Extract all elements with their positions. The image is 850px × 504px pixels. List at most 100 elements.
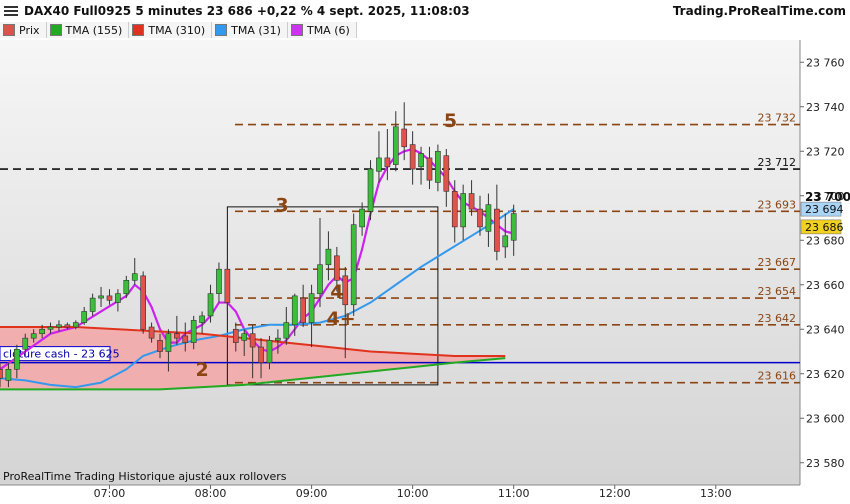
candle-body — [98, 295, 104, 299]
y-tick-label: 23 600 — [806, 412, 845, 425]
candle-body — [426, 157, 433, 181]
candle-body — [510, 213, 517, 241]
header-bar: DAX40 Full0925 5 minutes 23 686 +0,22 % … — [0, 0, 850, 22]
wave-label: 5 — [444, 110, 457, 132]
level-label: 23 654 — [758, 285, 797, 298]
y-tick-label: 23 660 — [806, 279, 845, 292]
legend-swatch — [290, 24, 303, 36]
level-label: 23 616 — [758, 370, 797, 383]
level-label: 23 732 — [758, 112, 797, 125]
legend-item-tma-31[interactable]: TMA (31) — [212, 22, 288, 38]
candle-body — [123, 279, 130, 294]
indicator-legend: Prix TMA (155) TMA (310) TMA (31) TMA (6… — [0, 22, 357, 40]
candle-body — [334, 255, 340, 281]
wave-label: 4 — [330, 281, 343, 303]
candle-body — [64, 324, 71, 328]
candle-body — [249, 333, 256, 348]
candle-body — [468, 193, 475, 210]
price-tag: 23 694 — [800, 201, 844, 217]
candle — [367, 160, 374, 221]
x-tick-label: 12:00 — [599, 487, 631, 500]
plot-background — [0, 40, 800, 485]
candle-body — [224, 268, 231, 303]
chart-title: DAX40 Full0925 5 minutes 23 686 +0,22 % … — [24, 4, 470, 18]
candle-body — [317, 264, 323, 294]
candle-body — [157, 340, 163, 352]
candle-body — [477, 208, 483, 228]
level-label: 23 712 — [758, 156, 797, 169]
legend-label: TMA (6) — [306, 23, 350, 37]
candle-body — [115, 293, 121, 303]
candle-body — [494, 208, 500, 252]
legend-item-tma-6[interactable]: TMA (6) — [287, 22, 357, 38]
candle-body — [131, 273, 138, 281]
candle-body — [376, 157, 382, 172]
candle-body — [207, 293, 214, 317]
candle-body — [14, 348, 20, 370]
x-tick-label: 08:00 — [195, 487, 227, 500]
candle-body — [258, 346, 264, 363]
candle-body — [350, 224, 357, 306]
candle-body — [81, 311, 88, 323]
candle-body — [5, 368, 12, 381]
wave-label: 3 — [275, 194, 288, 216]
legend-item-tma-155[interactable]: TMA (155) — [46, 22, 130, 38]
candle-body — [401, 128, 408, 148]
candle-body — [502, 235, 509, 248]
candle-body — [451, 191, 458, 228]
candle-body — [300, 297, 306, 323]
level-label: 23 693 — [758, 198, 797, 211]
price-tag-label: 23 686 — [805, 221, 844, 234]
candle-body — [325, 248, 332, 266]
legend-item-tma-310[interactable]: TMA (310) — [129, 22, 213, 38]
chart-root: 23 580 23 600 23 620 23 640 23 660 23 680 23 7… — [0, 0, 850, 500]
x-tick-label: 07:00 — [94, 487, 126, 500]
y-tick-label: 23 580 — [806, 457, 845, 470]
candle-body — [291, 295, 298, 326]
candle-body — [56, 324, 62, 328]
price-tag: 23 686 — [800, 219, 844, 235]
candle-body — [359, 208, 365, 228]
x-tick-label: 09:00 — [296, 487, 328, 500]
candle-body — [22, 337, 29, 350]
level-label: 23 642 — [758, 312, 797, 325]
legend-label: TMA (155) — [65, 23, 123, 37]
candle-body — [148, 326, 155, 339]
candle-body — [0, 368, 3, 379]
legend-label: TMA (31) — [231, 23, 281, 37]
candle-body — [106, 295, 113, 301]
site-name[interactable]: Trading.ProRealTime.com — [673, 4, 846, 18]
menu-icon[interactable] — [4, 6, 18, 16]
candle-body — [283, 322, 290, 339]
candle-body — [232, 328, 239, 343]
candle-body — [418, 153, 424, 168]
wave-label: 2 — [195, 359, 208, 381]
legend-item-prix[interactable]: Prix — [0, 22, 47, 38]
candle-body — [89, 297, 96, 312]
candle — [140, 271, 146, 334]
candle-body — [485, 204, 492, 232]
y-tick-label: 23 720 — [806, 145, 845, 158]
candle-body — [216, 268, 222, 294]
legend-swatch — [49, 24, 62, 36]
legend-swatch — [215, 24, 228, 36]
candle-body — [39, 328, 45, 334]
candle-body — [241, 333, 248, 341]
current-price-axis-label: 23 700 — [805, 190, 850, 204]
candle-body — [47, 326, 54, 330]
price-tag-label: 23 694 — [805, 203, 844, 216]
candle-body — [140, 275, 146, 330]
legend-swatch — [132, 24, 145, 36]
candle-body — [266, 340, 273, 363]
x-tick-label: 13:00 — [700, 487, 732, 500]
price-chart[interactable]: 23 580 23 600 23 620 23 640 23 660 23 680 23 7… — [0, 0, 850, 500]
candle-body — [199, 315, 205, 323]
candle-body — [308, 293, 315, 323]
candle-body — [443, 155, 450, 192]
candle-body — [409, 144, 416, 170]
wave-label: 4+ — [326, 308, 355, 330]
candle-body — [30, 333, 37, 339]
candle-body — [384, 157, 391, 168]
candle-body — [367, 168, 374, 212]
footer-note: ProRealTime Trading Historique ajusté au… — [3, 470, 287, 483]
